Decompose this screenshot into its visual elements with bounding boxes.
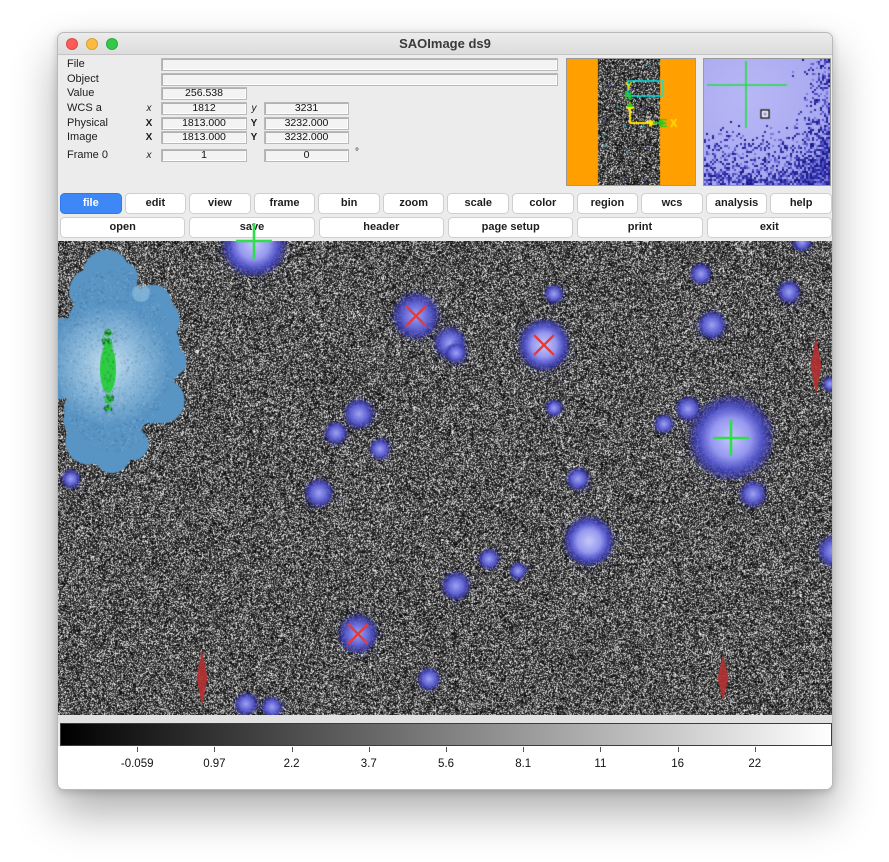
info-value-field[interactable]: 0 xyxy=(264,149,349,162)
info-row-label: Image xyxy=(67,131,98,144)
menu-color[interactable]: color xyxy=(512,193,574,214)
image-display[interactable] xyxy=(58,241,833,715)
info-row-label: Value xyxy=(67,87,94,100)
menu-scale[interactable]: scale xyxy=(447,193,509,214)
info-row-frame-0: Frame 0 x1 0 ° xyxy=(58,149,563,162)
colorbar-tick xyxy=(137,747,138,752)
action-print[interactable]: print xyxy=(577,217,702,238)
info-row-file: File xyxy=(58,58,563,71)
info-row-object: Object xyxy=(58,73,563,86)
axis-sub-label: x xyxy=(144,102,154,115)
info-value-field[interactable] xyxy=(161,73,558,86)
colorbar-tick xyxy=(755,747,756,752)
info-value-field[interactable]: 1813.000 xyxy=(161,131,247,144)
colorbar-tick-label: 11 xyxy=(594,758,606,770)
colorbar-tick xyxy=(292,747,293,752)
colorbar-tick-label: 16 xyxy=(671,758,684,770)
red-x-marker[interactable] xyxy=(344,620,372,648)
main-image-canvas[interactable] xyxy=(58,241,833,715)
axis-sub-label: X xyxy=(144,117,154,130)
colorbar-gap xyxy=(58,715,833,723)
axis-sub-label: X xyxy=(144,131,154,144)
menu-region[interactable]: region xyxy=(577,193,639,214)
axis-sub-label: Y xyxy=(249,117,259,130)
axis-sub-label: y xyxy=(249,102,259,115)
colorbar-tick-label: 0.97 xyxy=(203,758,225,770)
colorbar-tick xyxy=(214,747,215,752)
info-row-label: Frame 0 xyxy=(67,149,108,162)
menu-edit[interactable]: edit xyxy=(125,193,187,214)
file-actions-bar: opensaveheaderpage setupprintexit xyxy=(60,217,832,238)
ds9-window: SAOImage ds9 File ObjectValue 256.538 WCS a… xyxy=(57,32,833,790)
colorbar-gradient[interactable] xyxy=(60,723,832,746)
magnifier[interactable] xyxy=(703,58,831,186)
info-value-field[interactable]: 3231 xyxy=(264,102,349,115)
menu-bin[interactable]: bin xyxy=(318,193,380,214)
info-row-label: WCS a xyxy=(67,102,102,115)
colorbar-tick-label: -0.059 xyxy=(121,758,154,770)
menu-view[interactable]: view xyxy=(189,193,251,214)
info-row-image: Image X 1813.000Y 3232.000 xyxy=(58,131,563,144)
info-row-physical: Physical X 1813.000Y 3232.000 xyxy=(58,117,563,130)
panner[interactable] xyxy=(566,58,696,186)
titlebar[interactable]: SAOImage ds9 xyxy=(58,33,832,55)
red-x-marker[interactable] xyxy=(402,302,430,330)
info-value-field[interactable] xyxy=(161,58,558,71)
info-value-field[interactable]: 3232.000 xyxy=(264,131,349,144)
red-x-marker[interactable] xyxy=(530,331,558,359)
axis-sub-label: Y xyxy=(249,131,259,144)
action-page-setup[interactable]: page setup xyxy=(448,217,573,238)
info-row-wcs-a: WCS a x 1812y 3231 xyxy=(58,102,563,115)
colorbar-tick-label: 22 xyxy=(748,758,761,770)
red-arrow-marker[interactable] xyxy=(194,650,210,706)
menu-file[interactable]: file xyxy=(60,193,122,214)
colorbar-tick xyxy=(600,747,601,752)
colorbar-tick-label: 5.6 xyxy=(438,758,454,770)
red-arrow-marker[interactable] xyxy=(808,337,824,395)
info-value-field[interactable]: 256.538 xyxy=(161,87,247,100)
info-value-field[interactable]: 1813.000 xyxy=(161,117,247,130)
info-row-label: Object xyxy=(67,73,99,86)
magnifier-canvas[interactable] xyxy=(704,59,830,185)
action-exit[interactable]: exit xyxy=(707,217,832,238)
colorbar-tick-label: 2.2 xyxy=(284,758,300,770)
green-crosshair-marker[interactable] xyxy=(708,415,754,461)
green-crosshair-marker[interactable] xyxy=(231,218,277,264)
menu-help[interactable]: help xyxy=(770,193,832,214)
info-value-field[interactable]: 1 xyxy=(161,149,247,162)
info-row-value: Value 256.538 xyxy=(58,87,563,100)
red-arrow-marker[interactable] xyxy=(715,655,731,701)
menu-analysis[interactable]: analysis xyxy=(706,193,768,214)
info-panel: File ObjectValue 256.538 WCS a x 1812y 3231 Phy… xyxy=(58,56,563,193)
menu-frame[interactable]: frame xyxy=(254,193,316,214)
colorbar-tick xyxy=(369,747,370,752)
panner-canvas[interactable] xyxy=(567,59,695,185)
colorbar-tick xyxy=(678,747,679,752)
action-open[interactable]: open xyxy=(60,217,185,238)
window-title: SAOImage ds9 xyxy=(58,33,832,55)
action-header[interactable]: header xyxy=(319,217,444,238)
colorbar-scale: -0.059 0.97 2.2 3.7 5.6 8.1 11 16 22 xyxy=(58,746,833,790)
degrees-suffix: ° xyxy=(355,147,359,158)
colorbar-tick xyxy=(446,747,447,752)
colorbar-tick xyxy=(523,747,524,752)
info-row-label: File xyxy=(67,58,85,71)
info-value-field[interactable]: 3232.000 xyxy=(264,117,349,130)
colorbar-tick-label: 3.7 xyxy=(361,758,377,770)
info-row-label: Physical xyxy=(67,117,108,130)
axis-sub-label: x xyxy=(144,149,154,162)
menubar: fileeditviewframebinzoomscalecolorregion… xyxy=(60,193,832,214)
menu-zoom[interactable]: zoom xyxy=(383,193,445,214)
menu-wcs[interactable]: wcs xyxy=(641,193,703,214)
colorbar-tick-label: 8.1 xyxy=(515,758,531,770)
info-value-field[interactable]: 1812 xyxy=(161,102,247,115)
